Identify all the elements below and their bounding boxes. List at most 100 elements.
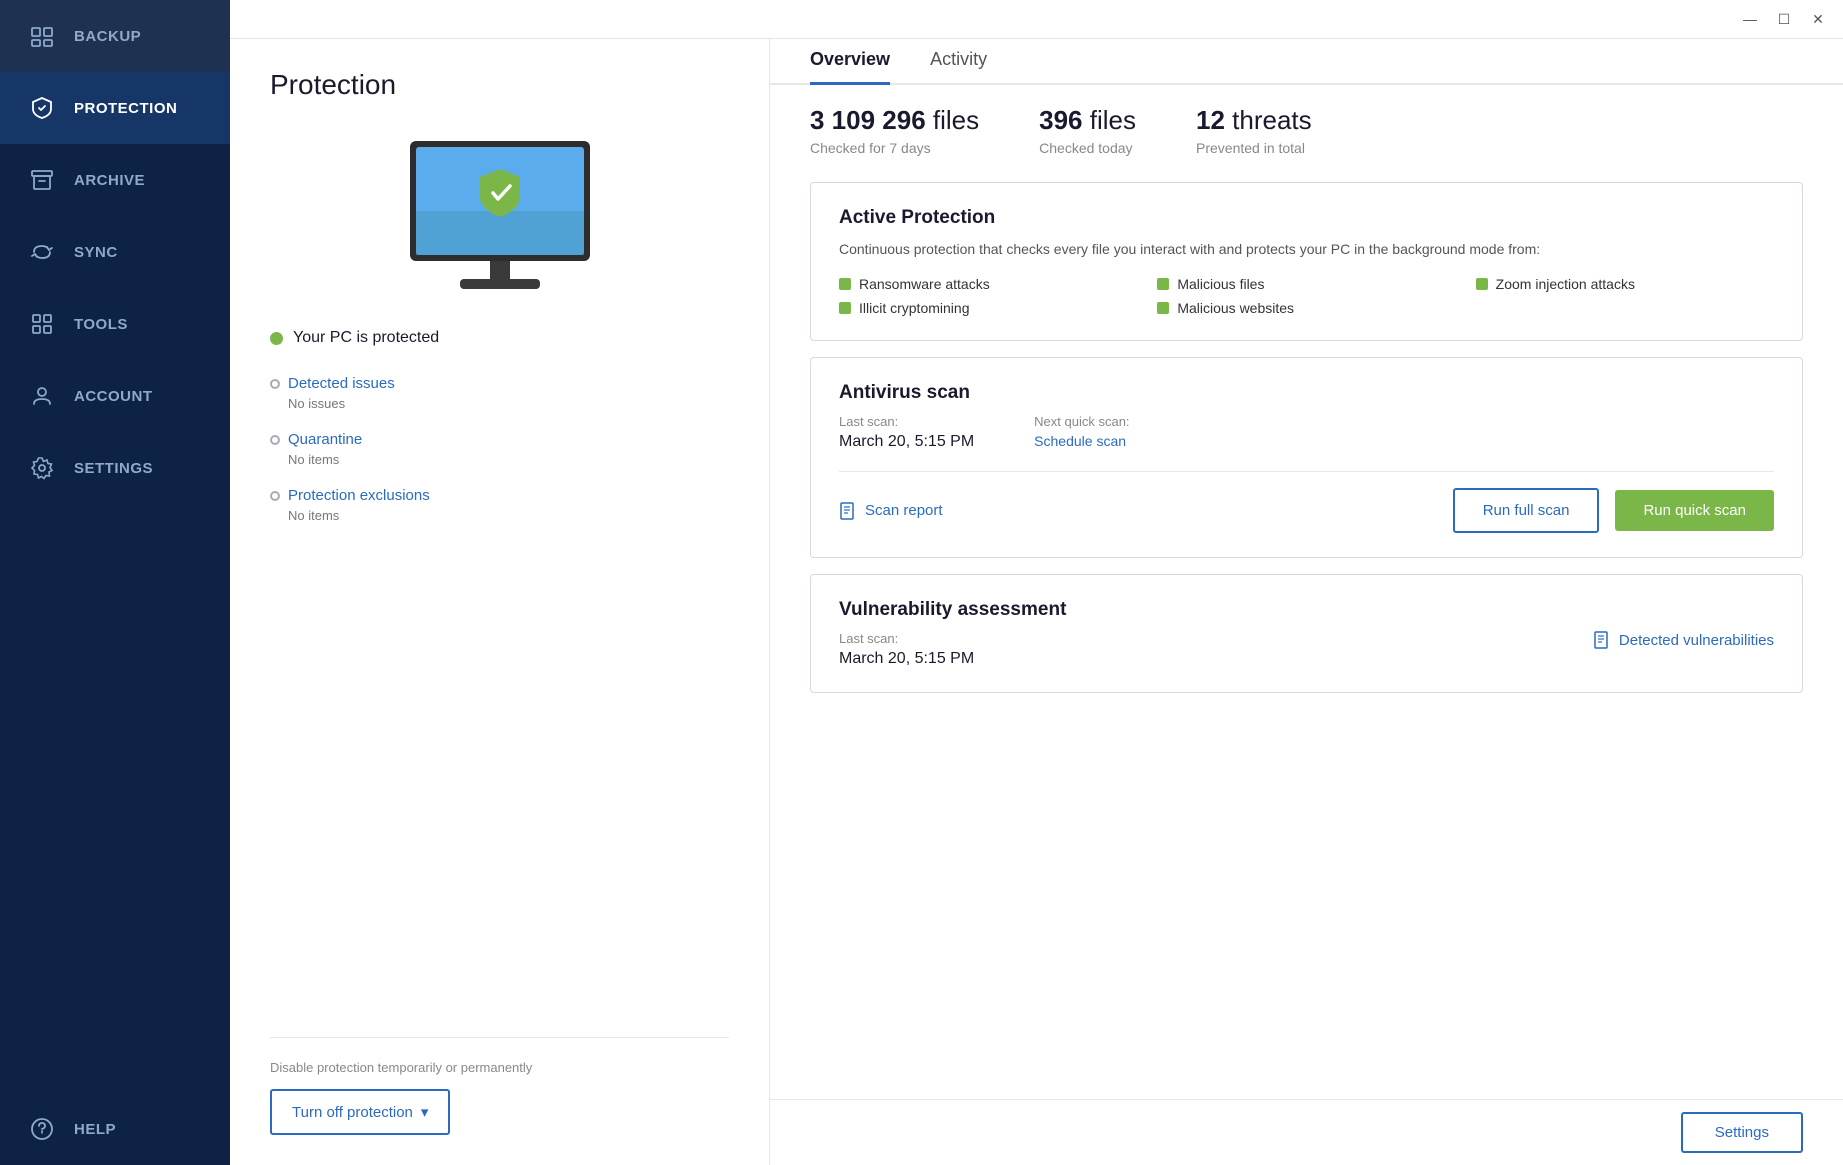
vuln-last-scan-label: Last scan:	[839, 631, 974, 646]
feature-item-0: Ransomware attacks	[839, 276, 1137, 292]
turn-off-protection-button[interactable]: Turn off protection ▾	[270, 1089, 450, 1135]
active-protection-title: Active Protection	[839, 207, 1774, 229]
issue-label-1: Quarantine	[288, 431, 362, 448]
tab-activity[interactable]: Activity	[930, 49, 987, 85]
run-quick-scan-button[interactable]: Run quick scan	[1615, 490, 1774, 531]
feature-label-3: Illicit cryptomining	[859, 300, 969, 316]
content-wrapper: Protection	[230, 39, 1843, 1165]
issue-sub-2: No items	[288, 508, 729, 523]
issue-circle-0	[270, 379, 280, 389]
last-scan-label: Last scan:	[839, 414, 974, 429]
sidebar-item-protection[interactable]: PROTECTION	[0, 72, 230, 144]
last-scan-col: Last scan: March 20, 5:15 PM	[839, 414, 974, 451]
schedule-scan-link[interactable]: Schedule scan	[1034, 433, 1129, 449]
issue-link-2[interactable]: Protection exclusions	[270, 487, 729, 504]
protection-icon	[28, 94, 56, 122]
stat-label-0: Checked for 7 days	[810, 140, 979, 156]
vulnerability-title: Vulnerability assessment	[839, 599, 1774, 621]
stat-item-1: 396 files Checked today	[1039, 105, 1196, 156]
minimize-button[interactable]: —	[1739, 8, 1761, 30]
issue-sub-0: No issues	[288, 396, 729, 411]
sidebar-item-sync[interactable]: SYNC	[0, 216, 230, 288]
footer: Settings	[770, 1099, 1843, 1165]
sidebar-item-label: HELP	[74, 1121, 116, 1138]
status-dot	[270, 332, 283, 345]
feature-dot-4	[1157, 302, 1169, 314]
scan-report-link[interactable]: Scan report	[839, 502, 1437, 520]
account-icon	[28, 382, 56, 410]
detected-vulnerabilities-link[interactable]: Detected vulnerabilities	[1593, 631, 1774, 649]
run-full-scan-button[interactable]: Run full scan	[1453, 488, 1600, 533]
issue-label-2: Protection exclusions	[288, 487, 430, 504]
issue-circle-2	[270, 491, 280, 501]
feature-label-0: Ransomware attacks	[859, 276, 990, 292]
disable-section: Disable protection temporarily or perman…	[270, 1037, 729, 1136]
sidebar-item-account[interactable]: ACCOUNT	[0, 360, 230, 432]
last-scan-value: March 20, 5:15 PM	[839, 433, 974, 451]
vuln-scan-info: Last scan: March 20, 5:15 PM	[839, 631, 974, 668]
scan-actions: Scan report Run full scan Run quick scan	[839, 488, 1774, 533]
vuln-last-scan-value: March 20, 5:15 PM	[839, 650, 974, 668]
cards-area: Active Protection Continuous protection …	[770, 166, 1843, 1099]
issues-list: Detected issues No issues Quarantine No …	[270, 375, 729, 523]
sidebar-item-label: TOOLS	[74, 316, 128, 333]
turn-off-label: Turn off protection	[292, 1104, 413, 1121]
issue-sub-1: No items	[288, 452, 729, 467]
main-area: — ☐ ✕ Protection	[230, 0, 1843, 1165]
antivirus-scan-title: Antivirus scan	[839, 382, 1774, 404]
tools-icon	[28, 310, 56, 338]
feature-dot-1	[1157, 278, 1169, 290]
feature-label-1: Malicious files	[1177, 276, 1264, 292]
stat-label-1: Checked today	[1039, 140, 1136, 156]
scan-report-label: Scan report	[865, 502, 943, 519]
stat-label-2: Prevented in total	[1196, 140, 1312, 156]
feature-label-2: Zoom injection attacks	[1496, 276, 1635, 292]
stat-value-0: 3 109 296 files	[810, 105, 979, 136]
titlebar: — ☐ ✕	[230, 0, 1843, 39]
archive-icon	[28, 166, 56, 194]
sidebar-item-help[interactable]: HELP	[0, 1093, 230, 1165]
stat-item-0: 3 109 296 files Checked for 7 days	[810, 105, 1039, 156]
page-title: Protection	[270, 69, 729, 101]
vulnerability-card: Vulnerability assessment Last scan: Marc…	[810, 574, 1803, 693]
sidebar-item-tools[interactable]: TOOLS	[0, 288, 230, 360]
maximize-button[interactable]: ☐	[1773, 8, 1795, 30]
tab-overview[interactable]: Overview	[810, 49, 890, 85]
monitor-svg	[400, 131, 600, 301]
disable-text: Disable protection temporarily or perman…	[270, 1058, 729, 1078]
settings-icon	[28, 454, 56, 482]
issue-item-1: Quarantine No items	[270, 431, 729, 467]
feature-label-4: Malicious websites	[1177, 300, 1294, 316]
stat-value-2: 12 threats	[1196, 105, 1312, 136]
issue-circle-1	[270, 435, 280, 445]
chevron-down-icon: ▾	[421, 1103, 429, 1121]
right-panel: Overview Activity 3 109 296 files Checked…	[770, 39, 1843, 1165]
feature-dot-2	[1476, 278, 1488, 290]
tabs-bar: Overview Activity	[770, 39, 1843, 85]
sidebar-item-label: BACKUP	[74, 28, 141, 45]
issue-item-0: Detected issues No issues	[270, 375, 729, 411]
issue-link-0[interactable]: Detected issues	[270, 375, 729, 392]
left-panel: Protection	[230, 39, 770, 1165]
sidebar-item-backup[interactable]: BACKUP	[0, 0, 230, 72]
active-protection-desc: Continuous protection that checks every …	[839, 239, 1774, 260]
antivirus-scan-card: Antivirus scan Last scan: March 20, 5:15…	[810, 357, 1803, 558]
sidebar-item-archive[interactable]: ARCHIVE	[0, 144, 230, 216]
feature-item-3: Illicit cryptomining	[839, 300, 1137, 316]
stat-value-1: 396 files	[1039, 105, 1136, 136]
status-text: Your PC is protected	[293, 329, 439, 347]
sidebar: BACKUP PROTECTION ARCHIVE SYNC TOOLS ACC…	[0, 0, 230, 1165]
sidebar-item-settings[interactable]: SETTINGS	[0, 432, 230, 504]
vuln-row: Last scan: March 20, 5:15 PM Detected vu…	[839, 631, 1774, 668]
feature-dot-0	[839, 278, 851, 290]
help-icon	[28, 1115, 56, 1143]
feature-item-1: Malicious files	[1157, 276, 1455, 292]
next-scan-col: Next quick scan: Schedule scan	[1034, 414, 1129, 451]
issue-link-1[interactable]: Quarantine	[270, 431, 729, 448]
feature-item-2: Zoom injection attacks	[1476, 276, 1774, 292]
close-button[interactable]: ✕	[1807, 8, 1829, 30]
next-scan-label: Next quick scan:	[1034, 414, 1129, 429]
settings-button[interactable]: Settings	[1681, 1112, 1803, 1153]
sidebar-item-label: SYNC	[74, 244, 118, 261]
sidebar-item-label: PROTECTION	[74, 100, 177, 117]
